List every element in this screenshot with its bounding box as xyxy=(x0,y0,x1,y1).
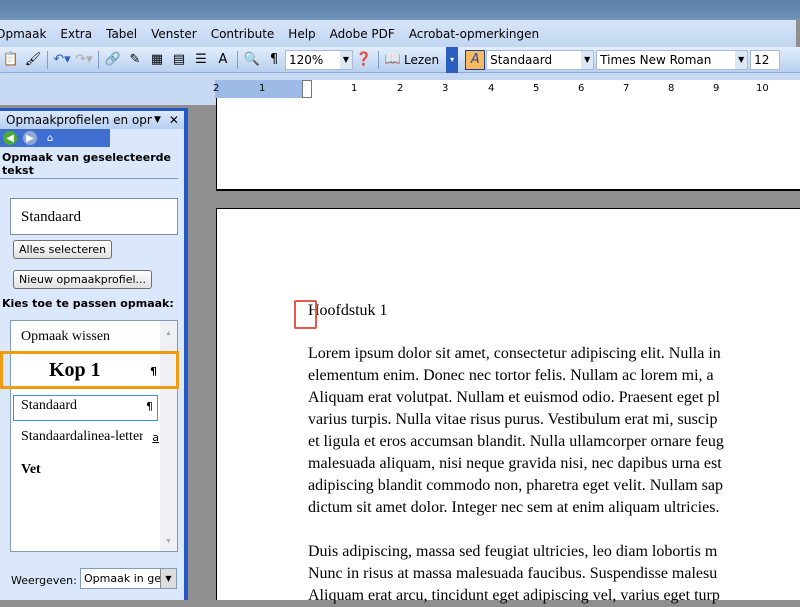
item-label: Opmaak wissen xyxy=(21,329,111,344)
kop1-highlight xyxy=(0,351,179,389)
ruler-label: 2 xyxy=(397,83,404,94)
scroll-down-icon[interactable]: ▼ xyxy=(160,537,177,545)
text-cursor-highlight xyxy=(294,300,317,329)
back-icon[interactable]: ◀ xyxy=(3,131,17,145)
text-line[interactable]: et ligula et eros accumsan blandit. Null… xyxy=(308,431,724,453)
toolbar-options-icon[interactable]: ▾ xyxy=(446,46,459,73)
list-item[interactable]: Opmaak wissen xyxy=(11,329,161,345)
menu-adobe-pdf[interactable]: Adobe PDF xyxy=(330,27,395,41)
show-hide-icon[interactable]: ¶ xyxy=(264,50,284,70)
horizontal-ruler[interactable]: 2 1 1 2 3 4 5 6 7 8 9 10 xyxy=(213,80,800,98)
paragraph-mark-icon: ¶ xyxy=(146,400,153,413)
zoom-value: 120% xyxy=(289,52,324,67)
list-item[interactable]: Standaard ¶ xyxy=(13,395,158,421)
current-style-box: Standaard xyxy=(10,198,178,235)
ruler-label: 5 xyxy=(533,83,540,94)
chevron-down-icon[interactable]: ▼ xyxy=(581,50,594,69)
menu-opmaak[interactable]: Opmaak xyxy=(0,27,46,41)
scroll-up-icon[interactable]: ▲ xyxy=(160,329,177,337)
list-item[interactable]: Vet xyxy=(11,462,161,478)
insert-excel-icon[interactable]: ▤ xyxy=(169,50,189,70)
close-icon[interactable]: ✕ xyxy=(169,113,179,127)
task-pane-nav: ◀ ▶ ⌂ xyxy=(0,129,110,147)
select-all-button[interactable]: Alles selecteren xyxy=(13,240,113,259)
show-select[interactable]: Opmaak in gebruik▼ xyxy=(80,568,177,589)
home-icon[interactable]: ⌂ xyxy=(43,131,57,145)
show-label: Weergeven: xyxy=(11,574,77,587)
ruler-label: 10 xyxy=(756,83,769,94)
ruler-label: 1 xyxy=(259,83,266,94)
item-label: Standaard xyxy=(21,398,77,413)
columns-icon[interactable]: ☰ xyxy=(191,50,211,70)
zoom-select[interactable]: 120% ▼ xyxy=(285,49,353,70)
text-line[interactable]: dictum sit amet dolor. Integer nec sem a… xyxy=(308,497,719,519)
hyperlink-icon[interactable]: 🔗 xyxy=(103,50,123,70)
read-icon[interactable]: 📖 xyxy=(383,50,403,70)
read-button[interactable]: Lezen xyxy=(404,53,439,67)
paste-icon[interactable]: 📋 xyxy=(1,50,21,70)
text-line[interactable]: Lorem ipsum dolor sit amet, consectetur … xyxy=(308,343,721,365)
font-size-value: 12 xyxy=(754,52,770,67)
forward-icon[interactable]: ▶ xyxy=(23,131,37,145)
font-select[interactable]: Times New Roman ▼ xyxy=(596,49,749,70)
text-line[interactable]: varius turpis. Nulla vitae risus purus. … xyxy=(308,409,717,431)
text-line[interactable]: Duis adipiscing, massa sed feugiat ultri… xyxy=(308,541,717,563)
style-value: Standaard xyxy=(490,52,553,67)
ruler-label: 7 xyxy=(623,83,630,94)
chevron-down-icon[interactable]: ▼ xyxy=(160,569,176,588)
menu-extra[interactable]: Extra xyxy=(60,27,92,41)
ruler-label: 3 xyxy=(442,83,449,94)
character-style-icon: a xyxy=(152,431,159,444)
indent-marker[interactable] xyxy=(302,80,312,98)
text-line[interactable]: malesuada aliquam, nisi neque gravida ni… xyxy=(308,453,722,475)
menu-tabel[interactable]: Tabel xyxy=(106,27,137,41)
ruler-label: 8 xyxy=(668,83,675,94)
ruler-label: 6 xyxy=(578,83,585,94)
menu-bar: Opmaak Extra Tabel Venster Contribute He… xyxy=(0,20,796,47)
ruler-label: 2 xyxy=(213,83,220,94)
ruler-label: 1 xyxy=(351,83,358,94)
pane-menu-icon[interactable]: ▼ xyxy=(154,115,161,125)
menu-acrobat[interactable]: Acrobat-opmerkingen xyxy=(409,27,539,41)
text-line[interactable]: Nunc in risus at massa malesuada faucibu… xyxy=(308,563,717,585)
text-line[interactable]: Aliquam erat volutpat. Nullam et euismod… xyxy=(308,387,720,409)
redo-icon[interactable]: ↷▾ xyxy=(74,50,94,70)
drawing-icon[interactable]: A xyxy=(213,50,233,70)
list-item[interactable]: Standaardalinea-lettertype a xyxy=(11,429,159,445)
chevron-down-icon[interactable]: ▼ xyxy=(735,50,748,69)
styles-icon[interactable]: A xyxy=(465,49,486,70)
document-map-icon[interactable]: 🔍 xyxy=(242,50,262,70)
toolbar: 📋 🖌 ↶▾ ↷▾ 🔗 ✎ ▦ ▤ ☰ A 🔍 ¶ 120% ▼ ❓ 📖 Leze… xyxy=(0,46,800,73)
selected-text-heading: Opmaak van geselecteerde tekst xyxy=(0,147,178,179)
chevron-down-icon[interactable]: ▼ xyxy=(340,50,352,69)
tables-borders-icon[interactable]: ✎ xyxy=(125,50,145,70)
title-bar xyxy=(0,0,800,20)
insert-table-icon[interactable]: ▦ xyxy=(147,50,167,70)
help-icon[interactable]: ❓ xyxy=(354,50,374,70)
text-line[interactable]: adipiscing blandit commodo non, pharetra… xyxy=(308,475,723,497)
ruler-label: 9 xyxy=(713,83,720,94)
apply-formatting-heading: Kies toe te passen opmaak: xyxy=(2,297,174,310)
item-label: Vet xyxy=(21,462,41,477)
task-pane-title: Opmaakprofielen en opmaak xyxy=(6,113,152,127)
text-line[interactable]: Aliquam erat arcu, tincidunt eget adipis… xyxy=(308,585,720,607)
menu-help[interactable]: Help xyxy=(288,27,315,41)
document-page-previous xyxy=(216,98,800,191)
ruler-label: 4 xyxy=(488,83,495,94)
menu-contribute[interactable]: Contribute xyxy=(211,27,275,41)
font-size-select[interactable]: 12 xyxy=(750,49,781,70)
menu-venster[interactable]: Venster xyxy=(151,27,197,41)
task-pane-header: Opmaakprofielen en opmaak ▼ ✕ xyxy=(0,111,184,129)
heading-text[interactable]: Hoofdstuk 1 xyxy=(308,300,388,322)
text-line[interactable]: elementum enim. Donec nec tortor felis. … xyxy=(308,365,714,387)
undo-icon[interactable]: ↶▾ xyxy=(52,50,72,70)
font-value: Times New Roman xyxy=(600,52,712,67)
item-label: Standaardalinea-lettertype xyxy=(21,429,143,444)
new-style-button[interactable]: Nieuw opmaakprofiel... xyxy=(13,270,153,289)
format-painter-icon[interactable]: 🖌 xyxy=(23,50,43,70)
style-select[interactable]: Standaard ▼ xyxy=(486,49,595,70)
